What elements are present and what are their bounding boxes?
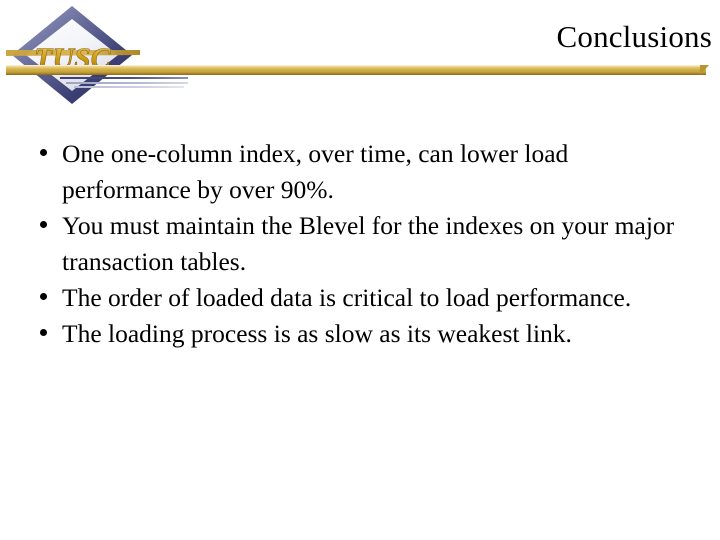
bullet-list: One one-column index, over time, can low… (36, 136, 696, 352)
accent-line-silver-1 (66, 82, 188, 84)
bullet-dot-icon (40, 221, 47, 228)
accent-line-silver-2 (74, 86, 184, 88)
bullet-text: The loading process is as slow as its we… (62, 319, 572, 348)
tusc-logo: TUSC (6, 2, 146, 112)
gold-divider-bar (6, 65, 706, 75)
bullet-dot-icon (40, 329, 47, 336)
tusc-logo-icon: TUSC (6, 6, 140, 104)
bullet-dot-icon (40, 149, 47, 156)
bullet-text: One one-column index, over time, can low… (62, 139, 569, 204)
presentation-slide: TUSC Conclusions One one-column index, o… (0, 0, 720, 540)
list-item: One one-column index, over time, can low… (36, 136, 696, 208)
accent-line-navy (60, 77, 188, 79)
list-item: The loading process is as slow as its we… (36, 316, 696, 352)
bullet-text: The order of loaded data is critical to … (62, 283, 632, 312)
list-item: The order of loaded data is critical to … (36, 280, 696, 316)
bullet-dot-icon (40, 293, 47, 300)
gold-divider-bar-tip (700, 65, 709, 75)
slide-title: Conclusions (556, 19, 712, 54)
list-item: You must maintain the Blevel for the ind… (36, 208, 696, 280)
bullet-text: You must maintain the Blevel for the ind… (62, 211, 675, 276)
